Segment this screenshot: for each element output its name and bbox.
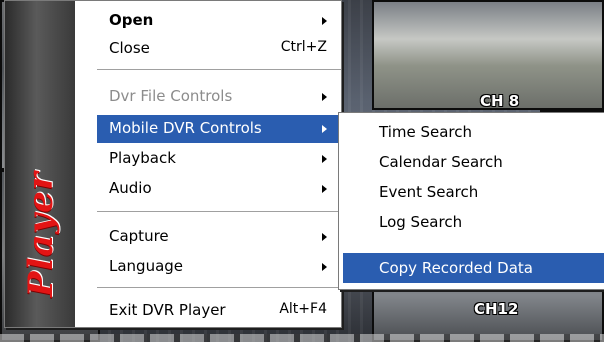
brand-logo-text: Player [21, 171, 61, 297]
menu-item-label: Audio [109, 179, 152, 197]
menu-separator [97, 287, 341, 289]
menu-item-shortcut: Ctrl+Z [280, 39, 327, 55]
menu-item-shortcut: Alt+F4 [279, 301, 327, 317]
submenu-arrow-icon [322, 185, 327, 193]
menu-item-dvr-file-controls[interactable]: Dvr File Controls [97, 83, 341, 111]
submenu-item-label: Time Search [379, 123, 473, 141]
submenu-item-time-search[interactable]: Time Search [343, 117, 604, 147]
menu-item-mobile-dvr-controls[interactable]: Mobile DVR Controls [97, 115, 341, 143]
submenu-item-log-search[interactable]: Log Search [343, 207, 604, 237]
submenu-arrow-icon [322, 263, 327, 271]
menu-item-label: Playback [109, 149, 176, 167]
menu-item-capture[interactable]: Capture [97, 223, 341, 251]
submenu-item-label: Copy Recorded Data [379, 259, 533, 277]
menu-separator [97, 211, 341, 213]
mobile-dvr-submenu: Time Search Calendar Search Event Search… [338, 112, 604, 290]
channel-label-ch8: CH 8 [480, 92, 520, 110]
submenu-item-label: Calendar Search [379, 153, 503, 171]
channel-label-ch12: CH12 [474, 300, 519, 318]
menu-item-close[interactable]: Close Ctrl+Z [97, 35, 341, 63]
menu-item-label: Mobile DVR Controls [109, 119, 262, 137]
menu-item-exit[interactable]: Exit DVR Player Alt+F4 [97, 297, 341, 325]
submenu-item-label: Event Search [379, 183, 479, 201]
submenu-arrow-icon [322, 233, 327, 241]
brand-sidebar: Player [5, 1, 75, 327]
menu-item-label: Open [109, 11, 154, 29]
submenu-arrow-icon [322, 125, 327, 133]
menu-item-playback[interactable]: Playback [97, 145, 341, 173]
submenu-item-event-search[interactable]: Event Search [343, 177, 604, 207]
menu-item-audio[interactable]: Audio [97, 175, 341, 203]
menu-item-label: Exit DVR Player [109, 301, 226, 319]
menu-item-label: Dvr File Controls [109, 87, 233, 105]
menu-separator [97, 69, 341, 71]
submenu-item-calendar-search[interactable]: Calendar Search [343, 147, 604, 177]
menu-item-label: Language [109, 257, 184, 275]
submenu-item-copy-recorded-data[interactable]: Copy Recorded Data [343, 253, 604, 283]
menu-item-label: Capture [109, 227, 169, 245]
submenu-arrow-icon [322, 93, 327, 101]
submenu-arrow-icon [322, 155, 327, 163]
menu-item-language[interactable]: Language [97, 253, 341, 281]
menu-item-open[interactable]: Open [97, 7, 341, 35]
submenu-item-label: Log Search [379, 213, 463, 231]
submenu-arrow-icon [322, 17, 327, 25]
player-context-menu: Player Open Close Ctrl+Z Dvr File Contro… [4, 0, 342, 328]
timestamp-strip [0, 334, 604, 342]
menu-item-label: Close [109, 39, 150, 57]
